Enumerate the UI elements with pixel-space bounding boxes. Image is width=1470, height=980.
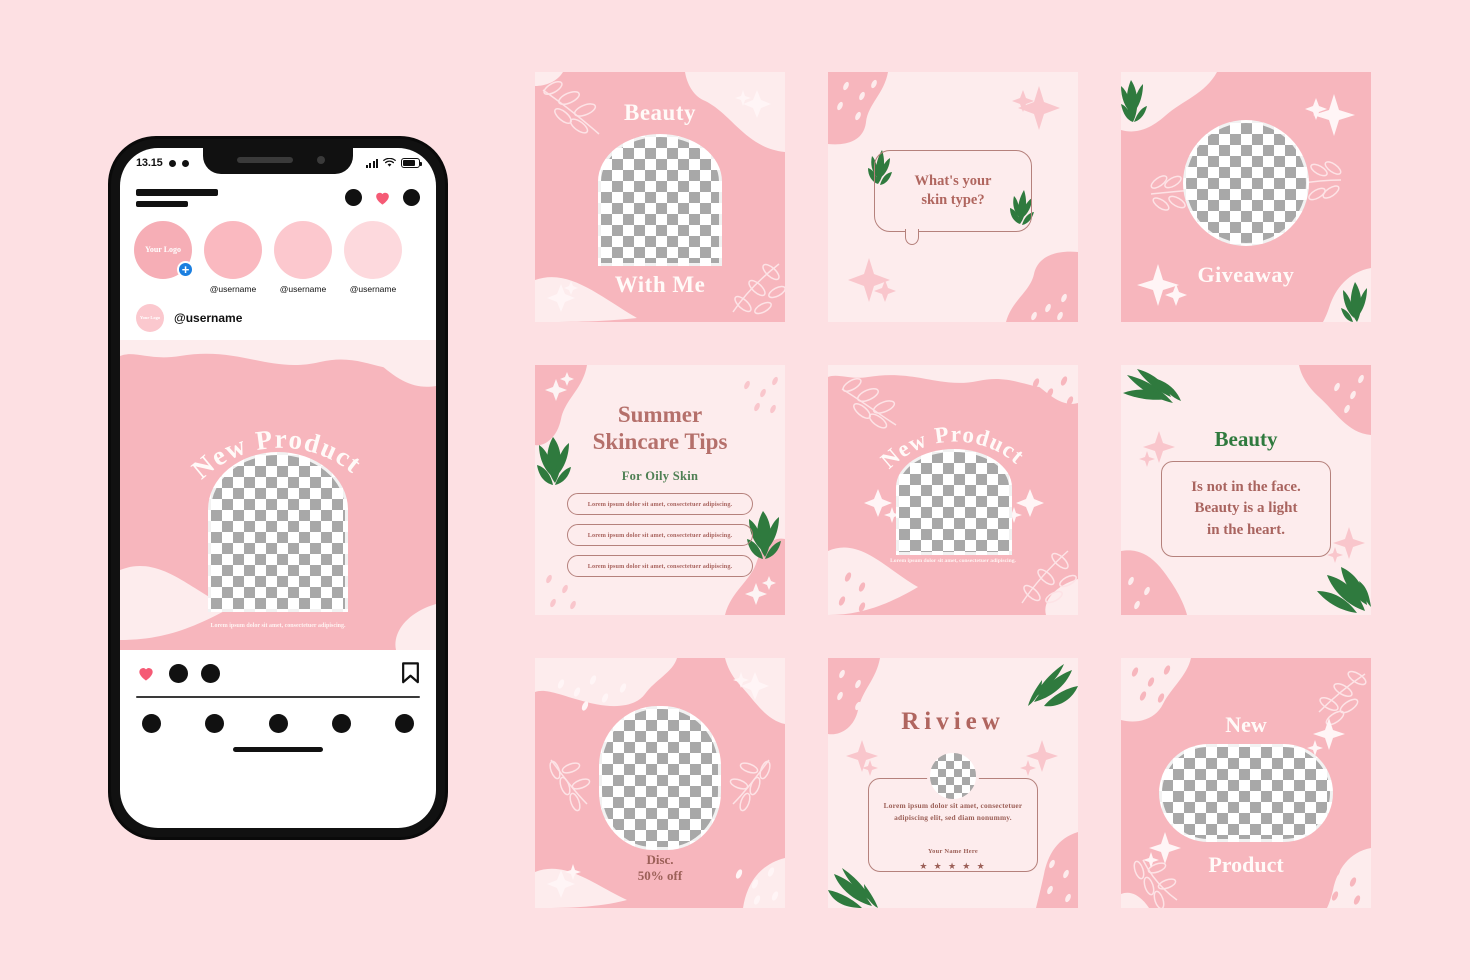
reels-icon[interactable] [268, 714, 288, 733]
circle-avatar-placeholder[interactable] [927, 750, 979, 802]
card-new-product-pill[interactable]: New Product [1121, 658, 1371, 908]
add-story-badge[interactable]: + [177, 261, 194, 278]
avatar-label: Your Logo [139, 314, 161, 320]
card-title-bottom: With Me [614, 272, 706, 297]
heart-icon[interactable] [373, 188, 392, 207]
quote-line-1: Is not in the face. [1191, 479, 1301, 496]
arch-image-placeholder[interactable] [896, 449, 1012, 555]
front-camera [317, 156, 325, 164]
oval-image-placeholder[interactable] [599, 706, 721, 850]
bubble-tail [905, 229, 919, 245]
card-title: Riview [901, 708, 1005, 735]
tab-bar [120, 698, 436, 743]
card-caption: Lorem ipsum dolor sit amet, consectetuer… [890, 558, 1016, 564]
discount-line-2: 50% off [637, 867, 683, 883]
card-title-bottom: Product [1208, 852, 1284, 877]
bubble-line-2: skin type? [921, 192, 985, 208]
story-avatar[interactable] [274, 221, 332, 279]
post-author-bar[interactable]: Your Logo @username [120, 298, 436, 340]
reviewer-name: Your Name Here [927, 848, 979, 855]
phone-screen: 13.15 Your Logo + @username @username @u… [120, 148, 436, 828]
card-summer-skincare-tips[interactable]: Summer Skincare Tips For Oily Skin Lorem… [535, 365, 785, 615]
story-logo-label: Your Logo [144, 244, 182, 254]
story-username: @username [279, 284, 327, 294]
home-icon[interactable] [142, 714, 161, 733]
card-review[interactable]: Riview Lorem ipsum dolor sit amet, conse… [828, 658, 1078, 908]
tip-item-1[interactable]: Lorem ipsum dolor sit amet, consectetuer… [567, 493, 753, 515]
signal-bars-icon [365, 158, 378, 168]
card-title-top: New [1225, 712, 1267, 737]
card-new-product-arch[interactable]: New Product Lorem ipsum dolor sit amet, … [828, 365, 1078, 615]
post-caption: Lorem ipsum dolor sit amet, consectetuer… [210, 623, 346, 629]
bookmark-icon[interactable] [401, 662, 420, 684]
story-username: @username [209, 284, 257, 294]
story-avatar[interactable] [204, 221, 262, 279]
arch-image-placeholder[interactable] [208, 452, 348, 612]
earpiece-speaker [237, 157, 293, 163]
phone-notch [203, 148, 353, 174]
phone-mockup: 13.15 Your Logo + @username @username @u… [108, 136, 448, 840]
review-text: Lorem ipsum dolor sit amet, consectetuer… [883, 801, 1023, 822]
rating-stars: ★ ★ ★ ★ ★ [919, 861, 987, 871]
card-giveaway[interactable]: Giveaway [1121, 72, 1371, 322]
quote-line-2: Beauty is a light [1194, 500, 1298, 517]
post-actions [120, 650, 436, 694]
heart-icon[interactable] [136, 663, 156, 683]
story-avatar[interactable] [344, 221, 402, 279]
status-dot-2 [181, 159, 189, 167]
bubble-line-1: What's your [914, 172, 992, 189]
post-username[interactable]: @username [174, 311, 242, 325]
home-indicator [233, 747, 323, 752]
pill-image-placeholder[interactable] [1159, 744, 1333, 842]
card-title: Giveaway [1197, 262, 1295, 287]
story-username: @username [349, 284, 397, 294]
card-subtitle: For Oily Skin [621, 469, 699, 483]
share-icon[interactable] [201, 663, 220, 683]
card-title-line-2: Skincare Tips [592, 429, 728, 455]
tip-item-3[interactable]: Lorem ipsum dolor sit amet, consectetuer… [567, 555, 753, 577]
wifi-icon [383, 158, 396, 167]
quote-line-3: in the heart. [1207, 521, 1285, 538]
card-title-top: Beauty [624, 100, 696, 125]
stories-row: Your Logo + @username @username @usernam… [120, 213, 436, 298]
circle-image-placeholder[interactable] [1183, 120, 1309, 246]
tip-item-2[interactable]: Lorem ipsum dolor sit amet, consectetuer… [567, 524, 753, 546]
app-header [120, 178, 436, 213]
search-icon[interactable] [205, 714, 225, 733]
card-title: Beauty [1214, 427, 1278, 451]
card-beauty-with-me[interactable]: Beauty With Me [535, 72, 785, 322]
logo-placeholder-icon [136, 188, 218, 207]
comment-icon[interactable] [169, 663, 188, 683]
card-title-line-1: Summer [617, 402, 703, 427]
avatar[interactable]: Your Logo [136, 304, 164, 332]
profile-icon[interactable] [395, 714, 414, 733]
add-post-icon[interactable] [345, 189, 362, 206]
story-item[interactable]: @username [204, 221, 262, 294]
template-card-grid: Beauty With Me What's your skin type? Gi… [535, 72, 1371, 908]
discount-label: Disc. 50% off [535, 852, 785, 885]
story-item[interactable]: @username [344, 221, 402, 294]
arch-image-placeholder[interactable] [598, 134, 722, 266]
story-item[interactable]: @username [274, 221, 332, 294]
shop-icon[interactable] [331, 714, 351, 733]
card-title: Summer Skincare Tips [535, 401, 785, 455]
status-time: 13.15 [136, 157, 163, 169]
speech-bubble: What's your skin type? [874, 150, 1032, 245]
card-beauty-quote[interactable]: Beauty Is not in the face. Beauty is a l… [1121, 365, 1371, 615]
card-discount-50[interactable]: Disc. 50% off [535, 658, 785, 908]
discount-line-1: Disc. [646, 851, 674, 867]
quote-box: Is not in the face. Beauty is a light in… [1161, 461, 1331, 557]
card-skin-type-question[interactable]: What's your skin type? [828, 72, 1078, 322]
story-item-own[interactable]: Your Logo + [134, 221, 194, 294]
messenger-icon[interactable] [403, 189, 420, 206]
battery-icon [401, 158, 422, 168]
status-dot-1 [168, 159, 176, 167]
post-image[interactable]: New Product Lorem ipsum dolor sit amet, … [120, 340, 436, 650]
